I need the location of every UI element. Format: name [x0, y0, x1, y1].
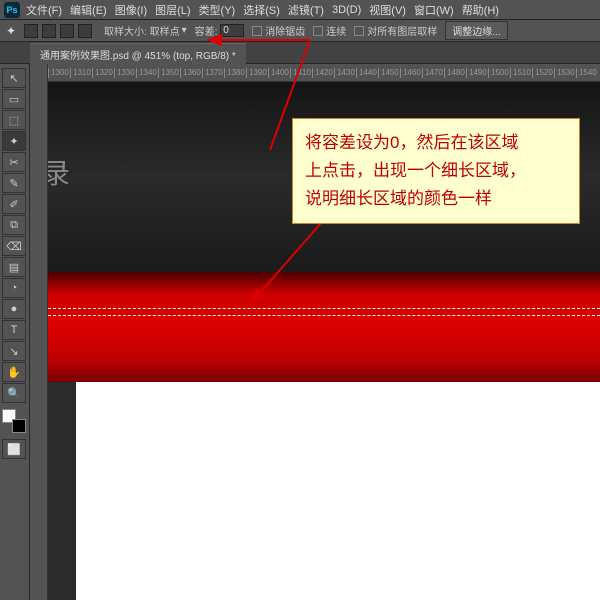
ruler-tick: 1510 — [510, 68, 531, 78]
ruler-tick: 1310 — [70, 68, 91, 78]
contiguous-label: 连续 — [326, 23, 346, 38]
marquee-tool[interactable]: ▭ — [2, 89, 26, 109]
annotation-line3: 说明细长区域的颜色一样 — [305, 189, 492, 208]
color-swatches[interactable] — [2, 409, 26, 433]
menu-file[interactable]: 文件(F) — [26, 2, 62, 18]
hand-tool[interactable]: ✋ — [2, 362, 26, 382]
pixel-text-sample: 录 — [48, 152, 72, 192]
annotation-line1: 将容差设为0，然后在该区域 — [305, 133, 518, 152]
menu-layer[interactable]: 图层(L) — [155, 2, 190, 18]
intersect-selection-icon[interactable] — [78, 24, 92, 38]
ruler-tick: 1460 — [400, 68, 421, 78]
move-tool[interactable]: ↖ — [2, 68, 26, 88]
sample-size-label: 取样大小: — [104, 23, 147, 38]
menu-window[interactable]: 窗口(W) — [414, 2, 454, 18]
ruler-tick: 1480 — [444, 68, 465, 78]
menu-image[interactable]: 图像(I) — [115, 2, 147, 18]
menubar: Ps 文件(F) 编辑(E) 图像(I) 图层(L) 类型(Y) 选择(S) 滤… — [0, 0, 600, 20]
ruler-tick: 1520 — [532, 68, 553, 78]
ruler-tick: 1500 — [488, 68, 509, 78]
menu-select[interactable]: 选择(S) — [243, 2, 280, 18]
chevron-down-icon[interactable]: ▾ — [182, 25, 187, 36]
ruler-tick: 1300 — [48, 68, 69, 78]
menu-view[interactable]: 视图(V) — [369, 2, 406, 18]
annotation-callout: 将容差设为0，然后在该区域 上点击，出现一个细长区域， 说明细长区域的颜色一样 — [292, 118, 580, 224]
ruler-tick: 1540 — [576, 68, 597, 78]
new-selection-icon[interactable] — [24, 24, 38, 38]
ruler-horizontal: 1300131013201330134013501360137013801390… — [48, 64, 600, 82]
menu-type[interactable]: 类型(Y) — [199, 2, 236, 18]
ruler-tick: 1330 — [114, 68, 135, 78]
text-tool[interactable]: T — [2, 320, 26, 340]
annotation-line2: 上点击，出现一个细长区域， — [305, 161, 526, 180]
quickmask-tool[interactable]: ⬜ — [2, 439, 26, 459]
lasso-tool[interactable]: ⬚ — [2, 110, 26, 130]
path-tool[interactable]: ↘ — [2, 341, 26, 361]
menu-help[interactable]: 帮助(H) — [462, 2, 499, 18]
refine-edge-button[interactable]: 调整边缘... — [445, 21, 507, 40]
ruler-tick: 1450 — [378, 68, 399, 78]
app-logo: Ps — [4, 2, 20, 18]
ruler-tick: 1430 — [334, 68, 355, 78]
background-color[interactable] — [12, 419, 26, 433]
clone-tool[interactable]: ⧉ — [2, 215, 26, 235]
crop-tool[interactable]: ✂ — [2, 152, 26, 172]
gradient-tool[interactable]: ▤ — [2, 257, 26, 277]
menu-edit[interactable]: 编辑(E) — [70, 2, 107, 18]
magic-wand-tool[interactable]: ✦ — [2, 131, 26, 151]
menu-filter[interactable]: 滤镜(T) — [288, 2, 324, 18]
ruler-tick: 1490 — [466, 68, 487, 78]
menu-3d[interactable]: 3D(D) — [332, 4, 361, 16]
sample-size-value[interactable]: 取样点 — [150, 23, 180, 38]
magic-wand-icon: ✦ — [6, 24, 16, 38]
white-region — [76, 382, 600, 600]
ruler-tick: 1320 — [92, 68, 113, 78]
eraser-tool[interactable]: ⌫ — [2, 236, 26, 256]
ruler-tick: 1360 — [180, 68, 201, 78]
ruler-tick: 1340 — [136, 68, 157, 78]
ruler-tick: 1470 — [422, 68, 443, 78]
ruler-tick: 1530 — [554, 68, 575, 78]
dodge-tool[interactable]: ◔ — [2, 278, 26, 298]
eyedropper-tool[interactable]: ✎ — [2, 173, 26, 193]
pen-tool[interactable]: ● — [2, 299, 26, 319]
zoom-tool[interactable]: 🔍 — [2, 383, 26, 403]
all-layers-label: 对所有图层取样 — [367, 23, 437, 38]
brush-tool[interactable]: ✐ — [2, 194, 26, 214]
all-layers-checkbox[interactable] — [354, 26, 364, 36]
add-selection-icon[interactable] — [42, 24, 56, 38]
ruler-vertical — [30, 64, 48, 600]
toolbox: ↖ ▭ ⬚ ✦ ✂ ✎ ✐ ⧉ ⌫ ▤ ◔ ● T ↘ ✋ 🔍 ⬜ — [0, 64, 30, 600]
ruler-tick: 1350 — [158, 68, 179, 78]
ruler-tick: 1440 — [356, 68, 377, 78]
sub-selection-icon[interactable] — [60, 24, 74, 38]
